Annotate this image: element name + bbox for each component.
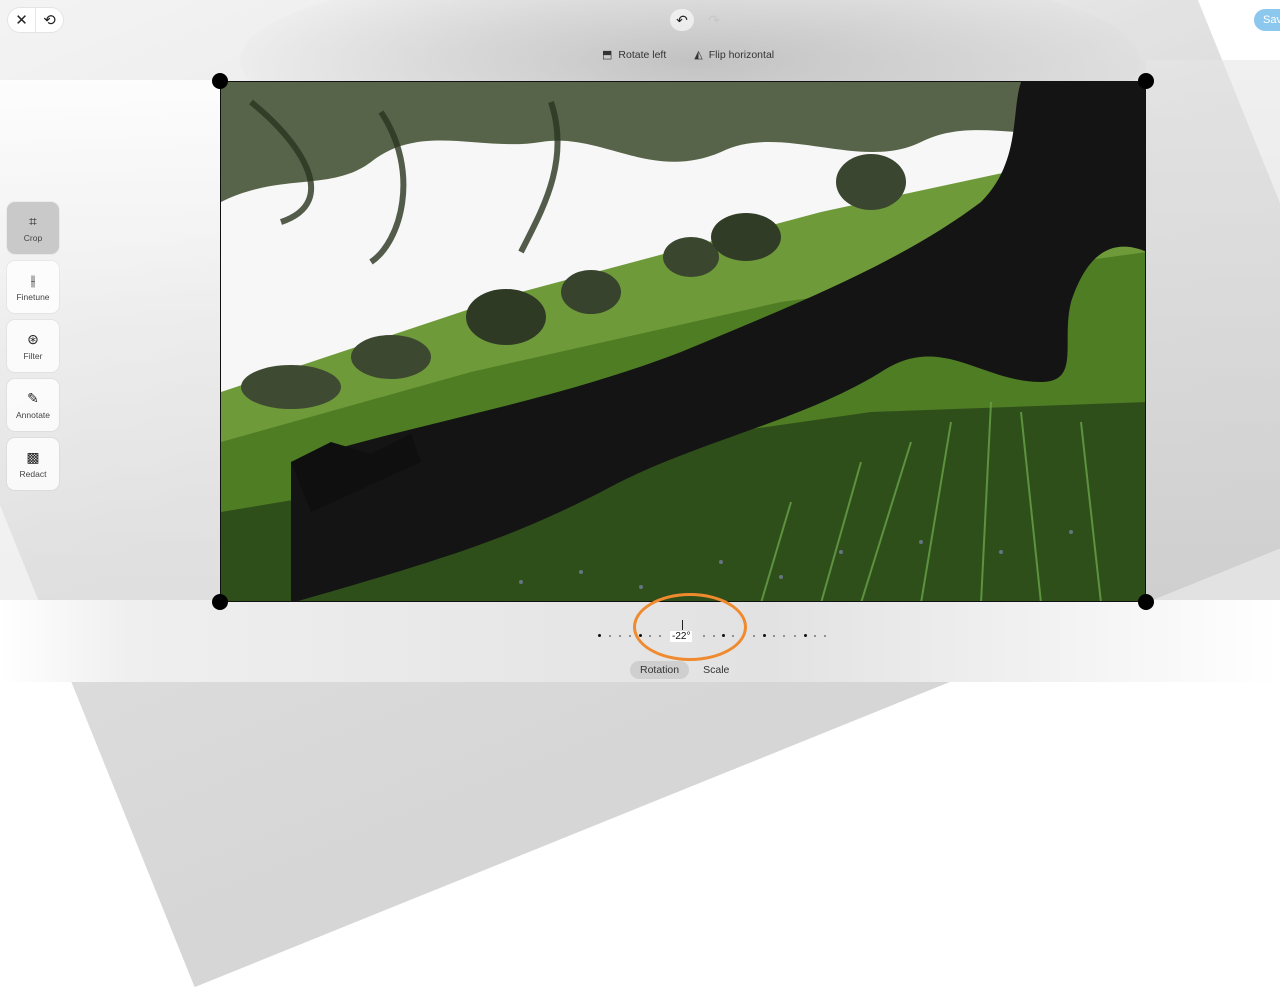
rotate-left-label: Rotate left xyxy=(618,48,667,61)
preview-right-area xyxy=(1146,60,1280,620)
rotate-left-icon: ⬒ xyxy=(602,49,613,61)
flip-horizontal-button[interactable]: ◭ Flip horizontal xyxy=(694,48,775,62)
dial-tick xyxy=(794,635,796,637)
undo-icon[interactable]: ↶ xyxy=(670,9,694,31)
crop-handle-bottom-left[interactable] xyxy=(212,594,228,610)
dial-tick xyxy=(763,634,766,637)
crop-handle-top-right[interactable] xyxy=(1138,73,1154,89)
pencil-icon: ✎ xyxy=(27,389,39,406)
sidebar-item-label: Annotate xyxy=(15,409,51,420)
close-icon[interactable]: ✕ xyxy=(8,8,35,32)
crop-handle-top-left[interactable] xyxy=(212,73,228,89)
dial-tick xyxy=(824,635,826,637)
crop-mode-switch: Rotation Scale xyxy=(630,661,739,679)
photo-illustration xyxy=(221,82,1145,601)
crop-icon: ⌗ xyxy=(29,212,37,229)
dial-tick xyxy=(753,635,755,637)
dial-tick xyxy=(804,634,807,637)
sidebar-item-filter[interactable]: ⊛ Filter xyxy=(7,320,59,372)
dial-tick xyxy=(773,635,775,637)
sidebar-item-label: Redact xyxy=(19,468,47,479)
sliders-icon: ⫲ xyxy=(30,271,36,288)
dial-tick xyxy=(609,635,611,637)
crop-tools: ⬒ Rotate left ◭ Flip horizontal xyxy=(602,48,775,62)
dial-tick xyxy=(814,635,816,637)
save-button[interactable]: Save xyxy=(1254,9,1280,31)
tab-scale[interactable]: Scale xyxy=(693,661,739,679)
filter-circles-icon: ⊛ xyxy=(27,330,39,347)
annotation-highlight-ring xyxy=(633,593,747,661)
redo-icon[interactable]: ↷ xyxy=(702,9,726,31)
window-controls: ✕ ⟲ xyxy=(8,8,63,32)
dial-tick xyxy=(783,635,785,637)
sidebar-item-label: Filter xyxy=(23,350,43,361)
sidebar-item-label: Finetune xyxy=(16,291,50,302)
rotate-left-button[interactable]: ⬒ Rotate left xyxy=(602,48,667,62)
redact-hatch-icon: ▩ xyxy=(26,448,40,465)
dial-tick xyxy=(598,634,601,637)
tab-rotation[interactable]: Rotation xyxy=(630,661,690,679)
tool-sidebar: ⌗ Crop ⫲ Finetune ⊛ Filter ✎ Annotate ▩ … xyxy=(7,202,59,497)
dial-tick xyxy=(629,635,631,637)
flip-horizontal-icon: ◭ xyxy=(694,49,703,61)
sidebar-item-annotate[interactable]: ✎ Annotate xyxy=(7,379,59,431)
flip-horizontal-label: Flip horizontal xyxy=(708,48,775,61)
history-controls: ↶ ↷ xyxy=(670,9,726,31)
history-icon[interactable]: ⟲ xyxy=(35,8,63,32)
crop-image[interactable] xyxy=(220,81,1146,602)
crop-handle-bottom-right[interactable] xyxy=(1138,594,1154,610)
sidebar-item-crop[interactable]: ⌗ Crop xyxy=(7,202,59,254)
sidebar-item-label: Crop xyxy=(23,232,43,243)
dial-tick xyxy=(619,635,621,637)
sidebar-item-redact[interactable]: ▩ Redact xyxy=(7,438,59,490)
sidebar-item-finetune[interactable]: ⫲ Finetune xyxy=(7,261,59,313)
